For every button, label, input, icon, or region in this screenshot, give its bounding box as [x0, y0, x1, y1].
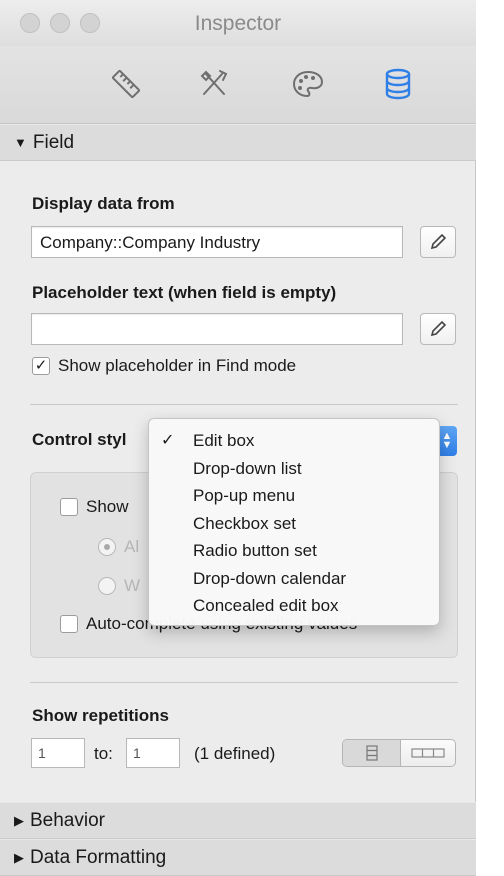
- menu-item-drop-down-list[interactable]: Drop-down list: [149, 455, 439, 483]
- pencil-icon: [430, 233, 447, 250]
- position-tab[interactable]: [104, 62, 148, 106]
- behavior-section-title: Behavior: [30, 809, 105, 831]
- when-radio-label: W: [124, 576, 141, 595]
- menu-item-concealed-edit-box[interactable]: Concealed edit box: [149, 592, 439, 620]
- placeholder-text-field[interactable]: [31, 313, 403, 345]
- always-radio[interactable]: [98, 538, 116, 556]
- tools-icon: [200, 70, 228, 95]
- checkmark-icon: ✓: [34, 357, 48, 374]
- menu-item-label: Concealed edit box: [193, 596, 339, 615]
- chevron-down-icon: ▼: [441, 439, 453, 451]
- disclosure-open-icon: ▼: [14, 135, 27, 150]
- repetitions-defined-label: (1 defined): [194, 744, 276, 763]
- repetitions-from-field[interactable]: 1: [31, 738, 85, 768]
- horizontal-list-icon: [411, 748, 445, 758]
- data-formatting-section-title: Data Formatting: [30, 846, 167, 868]
- horizontal-orientation-button[interactable]: [401, 740, 455, 766]
- data-tab[interactable]: [376, 62, 420, 106]
- vertical-list-icon: [365, 745, 378, 761]
- disclosure-closed-icon: ▶: [14, 849, 24, 865]
- control-style-popup-button[interactable]: ▲ ▼: [437, 426, 457, 456]
- repetitions-to-field[interactable]: 1: [126, 738, 180, 768]
- show-repetitions-label: Show repetitions: [32, 706, 169, 725]
- palette-icon: [292, 70, 324, 98]
- auto-complete-checkbox[interactable]: [60, 615, 78, 633]
- repetitions-to-label: to:: [94, 744, 113, 763]
- ruler-icon: [111, 69, 141, 99]
- display-data-label: Display data from: [32, 194, 175, 213]
- show-values-checkbox[interactable]: [60, 498, 78, 516]
- menu-item-pop-up-menu[interactable]: Pop-up menu: [149, 482, 439, 510]
- field-section-title: Field: [32, 131, 75, 153]
- specify-field-button[interactable]: [420, 226, 456, 258]
- menu-item-label: Edit box: [193, 431, 255, 450]
- menu-item-edit-box[interactable]: ✓ Edit box: [149, 427, 439, 455]
- field-section-header[interactable]: ▼ Field: [0, 124, 476, 161]
- menu-item-label: Pop-up menu: [193, 486, 296, 505]
- menu-item-label: Drop-down calendar: [193, 568, 347, 588]
- divider: [30, 404, 458, 405]
- menu-item-label: Radio button set: [193, 541, 317, 560]
- background-area: [476, 0, 504, 876]
- title-bar: Inspector: [0, 0, 476, 46]
- window-title: Inspector: [194, 12, 282, 35]
- menu-item-radio-button-set[interactable]: Radio button set: [149, 537, 439, 565]
- placeholder-text-label: Placeholder text (when field is empty): [32, 283, 337, 302]
- disclosure-closed-icon: ▶: [14, 812, 24, 828]
- menu-item-label: Drop-down list: [193, 458, 302, 478]
- inspector-toolbar: [0, 46, 476, 124]
- show-placeholder-label: Show placeholder in Find mode: [58, 356, 297, 375]
- behavior-section-header[interactable]: ▶ Behavior: [0, 802, 476, 839]
- database-icon: [385, 68, 411, 100]
- show-values-label: Show: [86, 497, 129, 516]
- when-radio[interactable]: [98, 577, 116, 595]
- divider: [30, 682, 458, 683]
- always-radio-label: Al: [124, 537, 140, 556]
- appearance-tools-tab[interactable]: [192, 62, 236, 106]
- menu-item-label: Checkbox set: [193, 513, 296, 533]
- inspector-window: Inspector ▼ Field Display data from Comp…: [0, 0, 476, 876]
- data-formatting-section-header[interactable]: ▶ Data Formatting: [0, 839, 476, 876]
- checkmark-icon: ✓: [161, 432, 175, 449]
- appearance-tab[interactable]: [286, 62, 330, 106]
- control-style-label: Control styl: [32, 430, 127, 449]
- show-placeholder-checkbox[interactable]: ✓: [32, 357, 50, 375]
- pencil-icon: [430, 320, 447, 337]
- vertical-orientation-button[interactable]: [343, 740, 401, 766]
- control-style-menu: ✓ Edit box Drop-down list Pop-up menu Che…: [148, 418, 440, 626]
- display-data-field[interactable]: Company::Company Industry: [31, 226, 403, 258]
- placeholder-calc-button[interactable]: [420, 313, 456, 345]
- menu-item-drop-down-calendar[interactable]: Drop-down calendar: [149, 565, 439, 593]
- repetition-orientation-control: [342, 739, 456, 767]
- menu-item-checkbox-set[interactable]: Checkbox set: [149, 510, 439, 538]
